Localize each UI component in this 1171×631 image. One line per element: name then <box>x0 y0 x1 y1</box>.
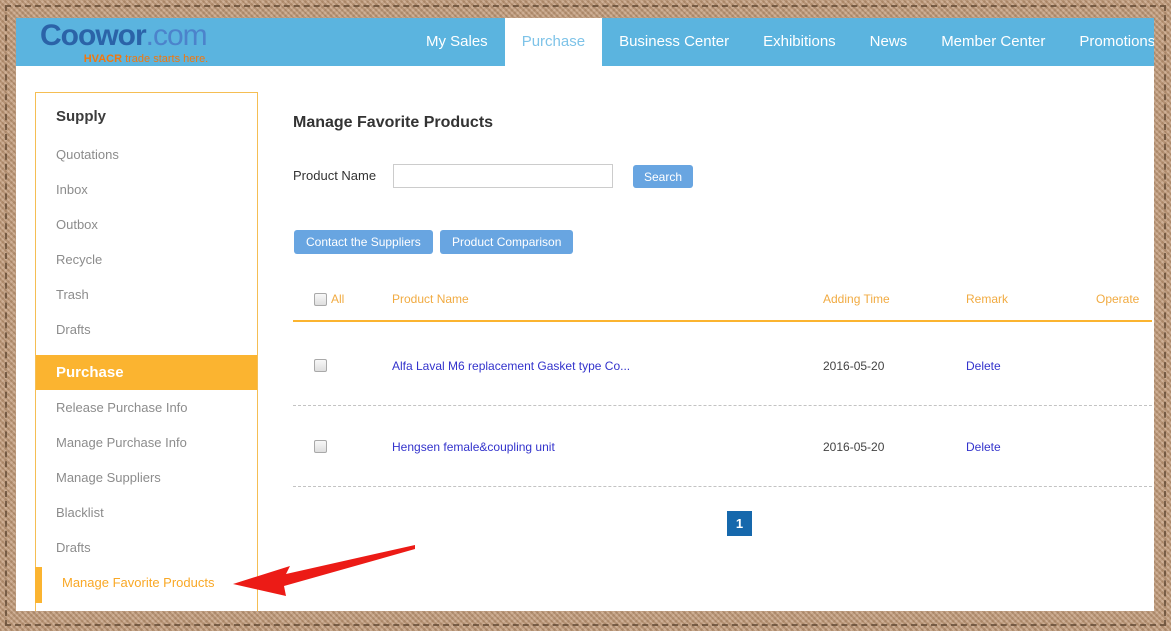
contact-suppliers-button[interactable]: Contact the Suppliers <box>294 230 433 254</box>
sidebar-item-outbox[interactable]: Outbox <box>36 207 257 242</box>
page-title: Manage Favorite Products <box>293 114 493 132</box>
logo-name: Coowor <box>40 19 146 52</box>
page-frame: Coowor.com HVACR trade starts here. My S… <box>0 0 1171 631</box>
main-nav: My Sales Purchase Business Center Exhibi… <box>409 18 1154 66</box>
logo-tagline: HVACR trade starts here. <box>46 53 246 65</box>
search-button[interactable]: Search <box>633 165 693 188</box>
pagination-page-1[interactable]: 1 <box>727 511 752 536</box>
column-header-operate: Operate <box>1096 292 1139 306</box>
sidebar-item-manage-purchase-info[interactable]: Manage Purchase Info <box>36 425 257 460</box>
adding-time-value: 2016-05-20 <box>823 359 884 373</box>
sidebar-item-manage-suppliers[interactable]: Manage Suppliers <box>36 460 257 495</box>
nav-item-promotions[interactable]: Promotions <box>1062 18 1154 66</box>
nav-item-business-center[interactable]: Business Center <box>602 18 746 66</box>
nav-item-exhibitions[interactable]: Exhibitions <box>746 18 853 66</box>
column-header-product-name: Product Name <box>392 292 469 306</box>
row-checkbox[interactable] <box>314 440 327 453</box>
page-content: Coowor.com HVACR trade starts here. My S… <box>16 18 1154 611</box>
sidebar-item-trash[interactable]: Trash <box>36 277 257 312</box>
row-divider <box>293 486 1152 487</box>
column-header-adding-time: Adding Time <box>823 292 890 306</box>
product-link[interactable]: Alfa Laval M6 replacement Gasket type Co… <box>392 359 630 373</box>
favorite-products-table: All Product Name Adding Time Remark Oper… <box>293 288 1154 548</box>
row-divider <box>293 405 1152 406</box>
sidebar-item-release-purchase-info[interactable]: Release Purchase Info <box>36 390 257 425</box>
active-item-marker <box>35 567 42 603</box>
sidebar-section-supply[interactable]: Supply <box>36 97 257 137</box>
coowor-logo[interactable]: Coowor.com <box>40 19 207 53</box>
sidebar-item-label: Manage Favorite Products <box>62 575 214 590</box>
logo-suffix: .com <box>146 19 207 52</box>
delete-link[interactable]: Delete <box>966 440 1001 454</box>
sidebar-item-supply-drafts[interactable]: Drafts <box>36 312 257 347</box>
adding-time-value: 2016-05-20 <box>823 440 884 454</box>
delete-link[interactable]: Delete <box>966 359 1001 373</box>
tagline-bold: HVACR <box>84 53 122 65</box>
sidebar-item-manage-favorite-products[interactable]: Manage Favorite Products <box>36 565 257 600</box>
sidebar-item-purchase-drafts[interactable]: Drafts <box>36 530 257 565</box>
nav-item-news[interactable]: News <box>853 18 925 66</box>
sidebar: Supply Quotations Inbox Outbox Recycle T… <box>35 92 258 611</box>
sidebar-item-inbox[interactable]: Inbox <box>36 172 257 207</box>
column-header-all: All <box>331 292 344 306</box>
product-name-input[interactable] <box>393 164 613 188</box>
product-comparison-button[interactable]: Product Comparison <box>440 230 573 254</box>
sidebar-item-quotations[interactable]: Quotations <box>36 137 257 172</box>
sidebar-item-recycle[interactable]: Recycle <box>36 242 257 277</box>
sidebar-item-blacklist[interactable]: Blacklist <box>36 495 257 530</box>
table-header-rule <box>293 320 1152 322</box>
product-link[interactable]: Hengsen female&coupling unit <box>392 440 555 454</box>
nav-item-member-center[interactable]: Member Center <box>924 18 1062 66</box>
product-name-label: Product Name <box>293 168 376 183</box>
select-all-checkbox[interactable] <box>314 293 327 306</box>
nav-item-purchase[interactable]: Purchase <box>505 18 602 66</box>
sidebar-section-purchase[interactable]: Purchase <box>36 355 257 390</box>
nav-item-my-sales[interactable]: My Sales <box>409 18 505 66</box>
row-checkbox[interactable] <box>314 359 327 372</box>
top-navigation-bar: Coowor.com HVACR trade starts here. My S… <box>16 18 1154 66</box>
column-header-remark: Remark <box>966 292 1008 306</box>
tagline-rest: trade starts here. <box>122 53 208 65</box>
